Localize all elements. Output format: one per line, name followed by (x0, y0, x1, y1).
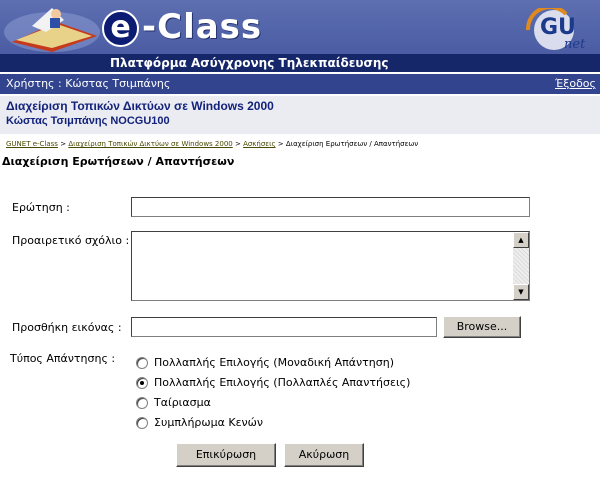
logout-link[interactable]: Έξοδος (555, 77, 596, 90)
user-bar: Χρήστης : Κώστας Τσιμπάνης Έξοδος (0, 74, 600, 94)
radio-button[interactable] (136, 417, 148, 429)
subtitle-bar: Πλατφόρμα Ασύγχρονης Τηλεκπαίδευσης (0, 54, 600, 72)
cancel-button[interactable]: Ακύρωση (284, 443, 364, 467)
platform-subtitle: Πλατφόρμα Ασύγχρονης Τηλεκπαίδευσης (110, 56, 389, 70)
breadcrumb-item-current: Διαχείριση Ερωτήσεων / Απαντήσεων (285, 140, 419, 148)
image-file-input[interactable] (131, 317, 437, 337)
comment-label: Προαιρετικό σχόλιο : (12, 234, 130, 247)
breadcrumb-item-home[interactable]: GUNET e-Class (6, 140, 58, 148)
answer-type-option-label: Συμπλήρωμα Κενών (154, 416, 264, 429)
browse-button[interactable]: Browse... (443, 316, 521, 338)
eclass-logo-text: -Class (142, 7, 263, 47)
radio-button[interactable] (136, 357, 148, 369)
breadcrumb-item-exercises[interactable]: Ασκήσεις (243, 140, 275, 148)
breadcrumb-item-course[interactable]: Διαχείριση Τοπικών Δικτύων σε Windows 20… (68, 140, 232, 148)
radio-button[interactable] (136, 397, 148, 409)
scroll-down-icon[interactable]: ▼ (513, 284, 529, 300)
page-title: Διαχείριση Ερωτήσεων / Απαντήσεων (2, 155, 235, 168)
answer-type-option-label: Πολλαπλής Επιλογής (Πολλαπλές Απαντήσεις… (154, 376, 411, 389)
gunet-logo: GU net (514, 5, 592, 52)
comment-textarea[interactable]: ▲ ▼ (131, 231, 530, 301)
answer-type-label: Τύπος Απάντησης : (10, 352, 116, 365)
breadcrumb: GUNET e-Class > Διαχείριση Τοπικών Δικτύ… (6, 140, 418, 148)
question-label: Ερώτηση : (12, 201, 70, 214)
scroll-up-icon[interactable]: ▲ (513, 232, 529, 248)
breadcrumb-separator: > (277, 140, 284, 148)
header-banner: e -Class GU net Πλατφόρμα Ασύγχρονης Τηλ… (0, 0, 600, 72)
user-name-label: Χρήστης : Κώστας Τσιμπάνης (6, 77, 171, 90)
answer-type-option-label: Ταίριασμα (154, 396, 211, 409)
course-instructor-code: Κώστας Τσιμπάνης NOCGU100 (6, 115, 170, 127)
breadcrumb-separator: > (234, 140, 241, 148)
eclass-logo-mark: e (102, 10, 139, 47)
radio-button-selected[interactable] (136, 377, 148, 389)
breadcrumb-separator: > (60, 140, 67, 148)
gunet-logo-subtext: net (564, 37, 586, 52)
course-header: Διαχείριση Τοπικών Δικτύων σε Windows 20… (0, 96, 600, 134)
question-input[interactable] (131, 197, 530, 217)
image-label: Προσθήκη εικόνας : (12, 321, 122, 334)
comment-scrollbar[interactable]: ▲ ▼ (513, 232, 529, 300)
flying-book-logo-icon (4, 8, 100, 52)
submit-button[interactable]: Επικύρωση (176, 443, 276, 467)
answer-type-option-label: Πολλαπλής Επιλογής (Μοναδική Απάντηση) (154, 356, 394, 369)
course-title: Διαχείριση Τοπικών Δικτύων σε Windows 20… (6, 99, 274, 113)
